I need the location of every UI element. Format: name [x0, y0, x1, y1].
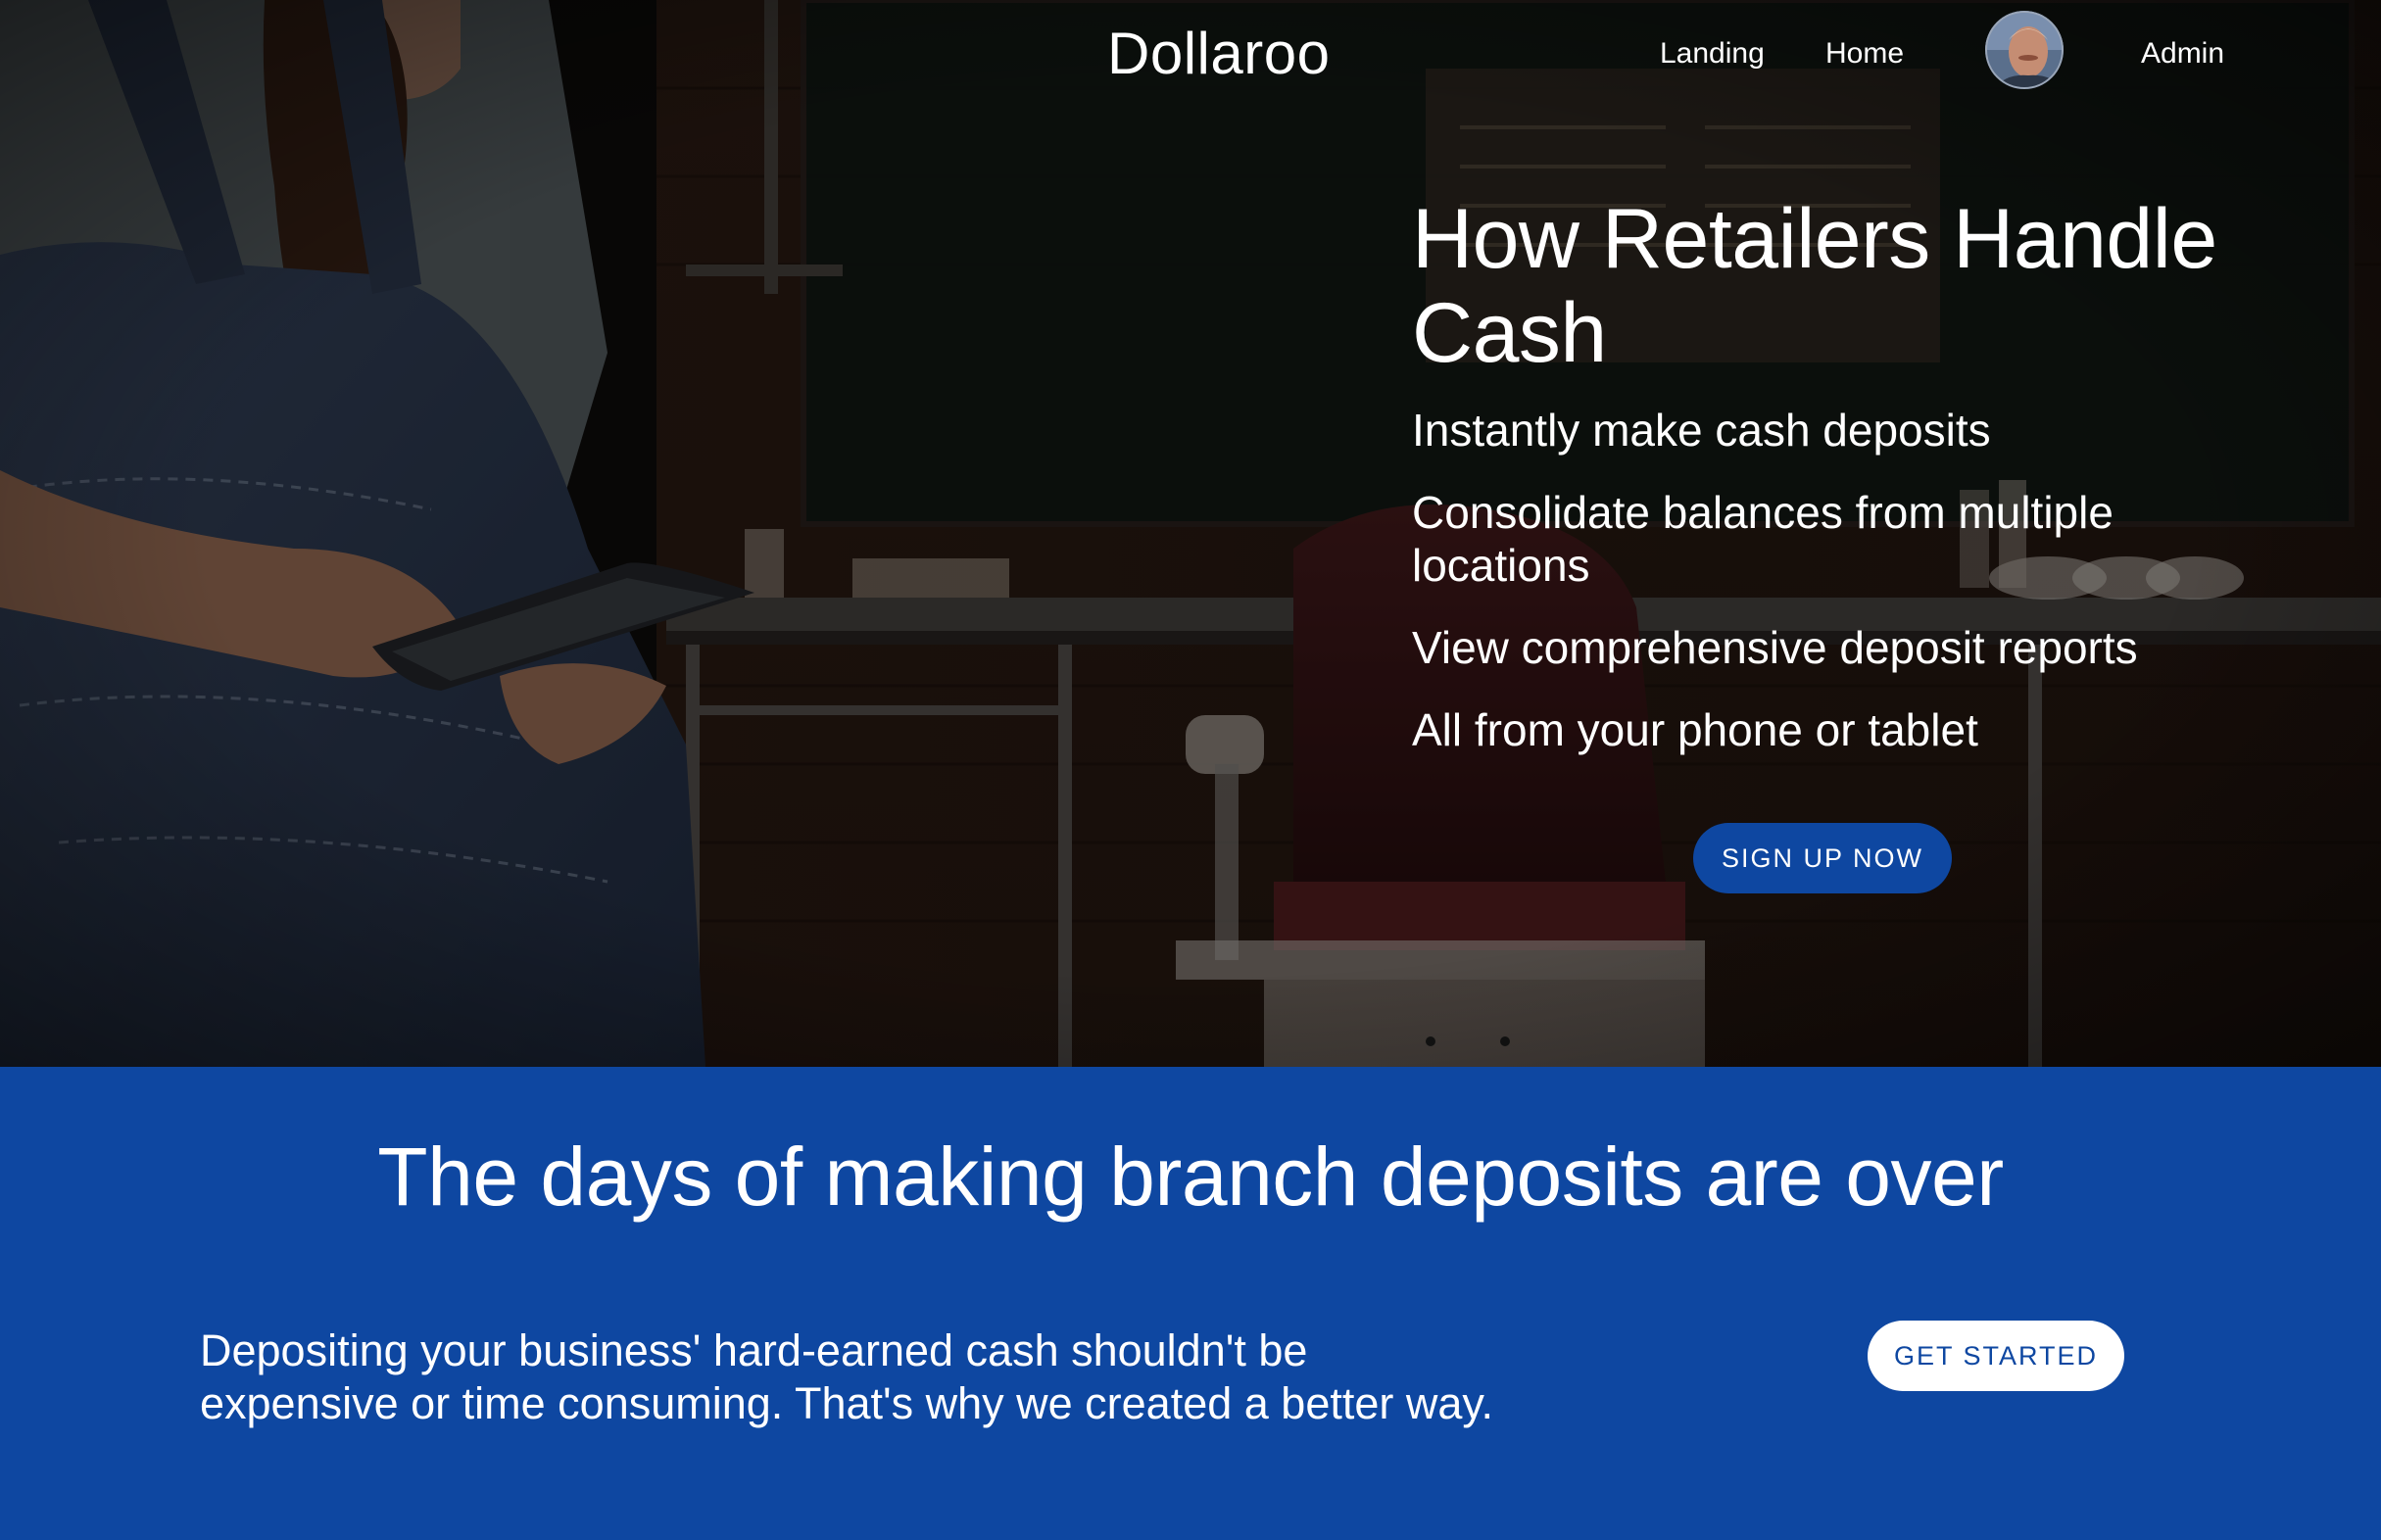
hero-feature-list: Instantly make cash deposits Consolidate… [1412, 404, 2255, 756]
info-body-text: Depositing your business' hard-earned ca… [200, 1325, 1494, 1428]
nav-link-home[interactable]: Home [1825, 31, 1904, 76]
hero-feature-item: All from your phone or tablet [1412, 704, 1978, 755]
user-avatar[interactable] [1985, 11, 2064, 89]
nav-link-admin[interactable]: Admin [2141, 31, 2224, 76]
sign-up-now-button[interactable]: Sign up now [1693, 823, 1952, 893]
info-section: The days of making branch deposits are o… [0, 1067, 2381, 1540]
hero-feature-item: Instantly make cash deposits [1412, 405, 1991, 456]
nav-link-landing[interactable]: Landing [1660, 31, 1765, 76]
hero-copy: How Retailers Handle Cash Instantly make… [1412, 192, 2255, 786]
info-title: The days of making branch deposits are o… [377, 1131, 2004, 1223]
hero-title: How Retailers Handle Cash [1412, 192, 2217, 380]
hero-section: Dollaroo Landing Home Admin How Retailer… [0, 0, 2381, 1067]
get-started-button[interactable]: Get started [1868, 1321, 2124, 1391]
hero-feature-item: Consolidate balances from multiple locat… [1412, 487, 2114, 591]
brand-logo-text[interactable]: Dollaroo [1107, 16, 1330, 92]
hero-feature-item: View comprehensive deposit reports [1412, 622, 2138, 673]
